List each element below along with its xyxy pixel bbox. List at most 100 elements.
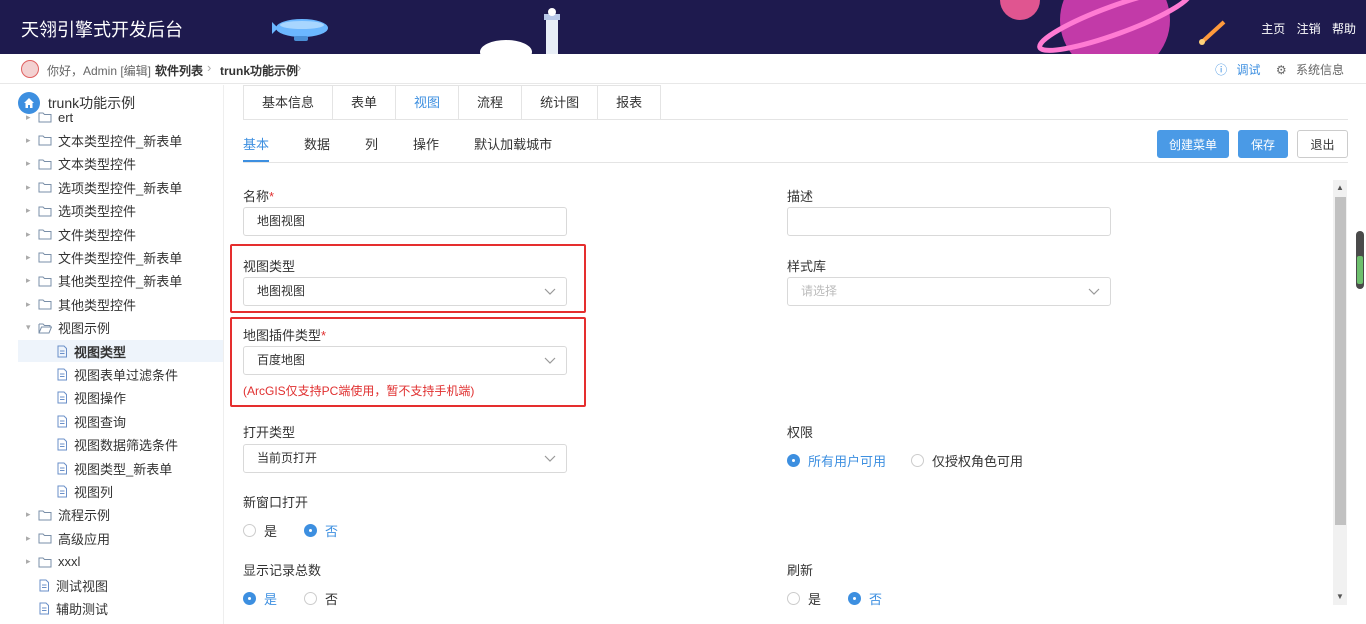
sidebar-item[interactable]: ▸ 选项类型控件 xyxy=(26,200,136,222)
breadcrumb-trunk[interactable]: trunk功能示例 xyxy=(220,62,298,79)
folder-icon xyxy=(38,298,52,310)
sidebar-item-label: 视图表单过滤条件 xyxy=(74,367,179,383)
file-icon xyxy=(38,602,50,615)
sidebar-item[interactable]: ▸ 流程示例 xyxy=(26,504,110,526)
scroll-up-icon[interactable]: ▲ xyxy=(1336,183,1344,192)
tree-toggle-icon[interactable]: ▸ xyxy=(26,229,38,240)
chevron-down-icon xyxy=(544,357,556,364)
tab-report[interactable]: 报表 xyxy=(598,86,661,120)
name-label: 名称* xyxy=(243,189,275,204)
folder-icon xyxy=(38,509,52,521)
debug-link[interactable]: ⓘ 调试 xyxy=(1209,63,1260,77)
sidebar-item[interactable]: 视图数据筛选条件 xyxy=(56,434,178,456)
style-library-select[interactable]: 请选择 xyxy=(787,277,1111,306)
open-type-select[interactable]: 当前页打开 xyxy=(243,444,567,473)
subtab-default-city[interactable]: 默认加载城市 xyxy=(474,134,552,162)
sidebar-item[interactable]: ▸ 文本类型控件_新表单 xyxy=(26,129,182,151)
exit-button[interactable]: 退出 xyxy=(1297,130,1348,158)
tab-form[interactable]: 表单 xyxy=(333,86,397,120)
tab-basic-info[interactable]: 基本信息 xyxy=(244,86,334,120)
sidebar-item[interactable]: ▸ 高级应用 xyxy=(26,527,110,549)
permission-authorized-roles-radio[interactable]: 仅授权角色可用 xyxy=(911,451,1023,470)
scroll-down-icon[interactable]: ▼ xyxy=(1336,592,1344,601)
folder-icon xyxy=(38,228,52,240)
new-window-no-radio[interactable]: 否 xyxy=(304,521,338,540)
sidebar-item[interactable]: ▾ 视图示例 xyxy=(26,317,110,339)
description-input[interactable] xyxy=(787,207,1111,236)
folder-icon xyxy=(38,134,52,146)
sidebar-item[interactable]: ▸ ert xyxy=(26,106,73,128)
tree-toggle-icon[interactable]: ▸ xyxy=(26,135,38,146)
style-library-label: 样式库 xyxy=(787,259,827,274)
sidebar-item[interactable]: 视图类型 xyxy=(18,340,223,362)
refresh-no-radio[interactable]: 否 xyxy=(848,589,882,608)
subtab-columns[interactable]: 列 xyxy=(365,134,378,162)
tab-flow[interactable]: 流程 xyxy=(459,86,523,120)
sidebar-item-label: 测试视图 xyxy=(56,578,109,594)
tree-toggle-icon[interactable]: ▸ xyxy=(26,252,38,263)
sidebar-item[interactable]: 视图查询 xyxy=(56,410,126,432)
sidebar-item-label: 选项类型控件_新表单 xyxy=(58,180,183,196)
name-input[interactable]: 地图视图 xyxy=(243,207,567,236)
sidebar-item[interactable]: 视图操作 xyxy=(56,387,126,409)
tab-chart[interactable]: 统计图 xyxy=(522,86,599,120)
sidebar-item[interactable]: 辅助测试 xyxy=(38,597,108,619)
refresh-yes-radio[interactable]: 是 xyxy=(787,589,821,608)
tree-toggle-icon[interactable]: ▸ xyxy=(26,533,38,544)
gear-icon: ⚙ xyxy=(1275,63,1287,77)
sidebar-item-label: 视图查询 xyxy=(74,414,127,430)
tree-toggle-icon[interactable]: ▸ xyxy=(26,158,38,169)
header-nav: 主页 注销 帮助 xyxy=(1253,20,1356,37)
user-greeting[interactable]: 你好，Admin [编辑] xyxy=(47,62,151,79)
chevron-right-icon: › xyxy=(297,60,302,75)
sidebar-item-label: 文本类型控件_新表单 xyxy=(58,133,183,149)
subtab-data[interactable]: 数据 xyxy=(304,134,330,162)
show-total-yes-radio[interactable]: 是 xyxy=(243,589,277,608)
sidebar-item[interactable]: ▸ 文件类型控件_新表单 xyxy=(26,246,182,268)
show-total-no-radio[interactable]: 否 xyxy=(304,589,338,608)
breadcrumb-software-list[interactable]: 软件列表 xyxy=(155,62,203,79)
sidebar-item[interactable]: 测试视图 xyxy=(38,574,108,596)
sidebar-item[interactable]: ▸ 其他类型控件_新表单 xyxy=(26,270,182,292)
new-window-label: 新窗口打开 xyxy=(243,495,309,510)
avatar[interactable] xyxy=(21,60,39,78)
folder-open-icon xyxy=(38,322,52,334)
permission-label: 权限 xyxy=(787,425,814,440)
tree-toggle-icon[interactable]: ▸ xyxy=(26,275,38,286)
save-button[interactable]: 保存 xyxy=(1238,130,1288,158)
create-menu-button[interactable]: 创建菜单 xyxy=(1157,130,1229,158)
sidebar-item[interactable]: ▸ 文件类型控件 xyxy=(26,223,136,245)
permission-all-users-radio[interactable]: 所有用户可用 xyxy=(787,451,886,470)
sidebar-item[interactable]: 视图类型_新表单 xyxy=(56,457,172,479)
tree-toggle-icon[interactable]: ▸ xyxy=(26,182,38,193)
nav-help-link[interactable]: 帮助 xyxy=(1332,22,1356,36)
tree-toggle-icon[interactable]: ▸ xyxy=(26,112,38,123)
map-plugin-hint: (ArcGIS仅支持PC端使用，暂不支持手机端) xyxy=(243,384,475,398)
chevron-down-icon xyxy=(544,288,556,295)
form-scrollbar-thumb[interactable] xyxy=(1335,197,1346,525)
show-total-label: 显示记录总数 xyxy=(243,563,322,578)
open-type-value: 当前页打开 xyxy=(257,451,318,465)
sidebar-item[interactable]: 视图表单过滤条件 xyxy=(56,363,178,385)
nav-home-link[interactable]: 主页 xyxy=(1261,22,1285,36)
sidebar-item[interactable]: ▸ 选项类型控件_新表单 xyxy=(26,176,182,198)
tree-toggle-icon[interactable]: ▾ xyxy=(26,322,38,333)
tree-toggle-icon[interactable]: ▸ xyxy=(26,205,38,216)
sidebar-item-label: xxxl xyxy=(58,554,81,570)
system-info-link[interactable]: ⚙ 系统信息 xyxy=(1270,63,1344,77)
tree-toggle-icon[interactable]: ▸ xyxy=(26,299,38,310)
map-plugin-value: 百度地图 xyxy=(257,353,306,367)
sidebar-item[interactable]: ▸ 文本类型控件 xyxy=(26,153,136,175)
subtab-basic[interactable]: 基本 xyxy=(243,134,270,162)
nav-logout-link[interactable]: 注销 xyxy=(1297,22,1321,36)
view-type-select[interactable]: 地图视图 xyxy=(243,277,567,306)
map-plugin-select[interactable]: 百度地图 xyxy=(243,346,567,375)
sidebar-item[interactable]: ▸ 其他类型控件 xyxy=(26,293,136,315)
new-window-yes-radio[interactable]: 是 xyxy=(243,521,277,540)
tree-toggle-icon[interactable]: ▸ xyxy=(26,556,38,567)
tree-toggle-icon[interactable]: ▸ xyxy=(26,509,38,520)
tab-view[interactable]: 视图 xyxy=(396,86,460,120)
sidebar-item[interactable]: ▸ xxxl xyxy=(26,551,80,573)
sidebar-item[interactable]: 视图列 xyxy=(56,480,113,502)
subtab-actions[interactable]: 操作 xyxy=(413,134,439,162)
